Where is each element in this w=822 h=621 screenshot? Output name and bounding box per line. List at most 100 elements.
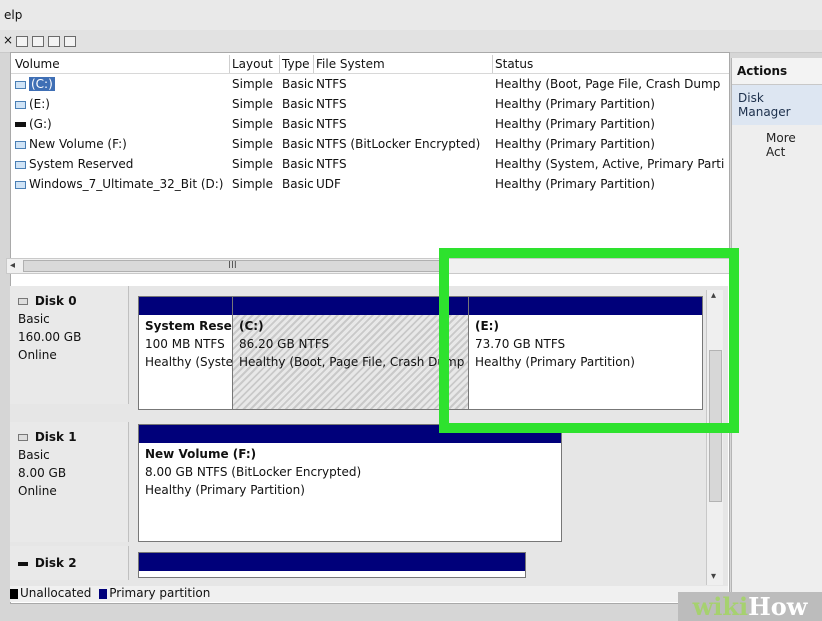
table-row[interactable]: New Volume (F:) Simple Basic NTFS (BitLo…	[11, 135, 729, 155]
status-cell: Healthy (Boot, Page File, Crash Dump	[495, 77, 721, 91]
layout-cell: Simple	[232, 97, 273, 111]
partition-size: 8.00 GB NTFS (BitLocker Encrypted)	[145, 465, 362, 479]
volume-list-header: Volume Layout Type File System Status	[11, 55, 729, 74]
fs-cell: NTFS	[316, 97, 347, 111]
volume-name: (G:)	[29, 117, 52, 131]
partition-system-reserved[interactable]: System Rese 100 MB NTFS Healthy (Syste	[138, 296, 236, 410]
volume-icon	[15, 160, 26, 169]
partition-title: (C:)	[239, 319, 264, 333]
column-status[interactable]: Status	[495, 57, 533, 71]
disk-1-state: Online	[18, 484, 57, 498]
scroll-left-icon[interactable]: ◂	[10, 260, 15, 271]
disk-1-type: Basic	[18, 448, 50, 462]
type-cell: Basic	[282, 77, 314, 91]
partition-bar	[233, 297, 469, 315]
grid-icon[interactable]	[64, 36, 76, 47]
partition-status: Healthy (Primary Partition)	[145, 483, 305, 497]
type-cell: Basic	[282, 117, 314, 131]
disk-0-type: Basic	[18, 312, 50, 326]
disk-2-name: Disk 2	[34, 556, 77, 570]
disk-icon	[18, 298, 28, 305]
disk-1-name: Disk 1	[34, 430, 77, 444]
partition-f[interactable]: New Volume (F:) 8.00 GB NTFS (BitLocker …	[138, 424, 562, 542]
status-cell: Healthy (System, Active, Primary Parti	[495, 157, 725, 171]
primary-swatch	[99, 588, 108, 599]
table-row[interactable]: (C:) Simple Basic NTFS Healthy (Boot, Pa…	[11, 75, 729, 95]
legend-primary: Primary partition	[109, 586, 211, 600]
column-file-system[interactable]: File System	[316, 57, 385, 71]
legend-unallocated: Unallocated	[20, 586, 92, 600]
actions-header: Actions	[732, 58, 822, 85]
layout-cell: Simple	[232, 157, 273, 171]
disk-1-label[interactable]: Disk 1 Basic 8.00 GB Online	[10, 422, 129, 542]
disk-2-label[interactable]: Disk 2	[10, 546, 129, 580]
disk-0-label[interactable]: Disk 0 Basic 160.00 GB Online	[10, 286, 129, 404]
scroll-down-icon[interactable]: ▾	[711, 571, 716, 582]
type-cell: Basic	[282, 137, 314, 151]
type-cell: Basic	[282, 177, 314, 191]
volume-name: New Volume (F:)	[29, 137, 127, 151]
column-layout[interactable]: Layout	[232, 57, 273, 71]
list-icon[interactable]	[48, 36, 60, 47]
layout-cell: Simple	[232, 177, 273, 191]
volume-rows: (C:) Simple Basic NTFS Healthy (Boot, Pa…	[11, 75, 729, 195]
status-cell: Healthy (Primary Partition)	[495, 177, 655, 191]
fs-cell: NTFS	[316, 157, 347, 171]
scroll-grip-icon: III	[228, 260, 237, 271]
actions-panel: Actions Disk Manager More Act	[731, 58, 822, 604]
logo-part-wiki: wiki	[692, 592, 749, 621]
table-row[interactable]: (G:) Simple Basic NTFS Healthy (Primary …	[11, 115, 729, 135]
partition-status: Healthy (Boot, Page File, Crash Dump	[239, 355, 465, 369]
menu-bar: elp	[0, 0, 822, 30]
highlight-box	[439, 248, 739, 433]
volume-icon	[15, 180, 26, 189]
fs-cell: UDF	[316, 177, 341, 191]
table-row[interactable]: Windows_7_Ultimate_32_Bit (D:) Simple Ba…	[11, 175, 729, 195]
table-row[interactable]: System Reserved Simple Basic NTFS Health…	[11, 155, 729, 175]
legend: Unallocated Primary partition	[10, 586, 728, 602]
layout-cell: Simple	[232, 77, 273, 91]
partition-bar	[139, 297, 235, 315]
properties-icon[interactable]	[16, 36, 28, 47]
partition-status: Healthy (Syste	[145, 355, 234, 369]
volume-icon	[15, 100, 26, 109]
table-row[interactable]: (E:) Simple Basic NTFS Healthy (Primary …	[11, 95, 729, 115]
disk-0-name: Disk 0	[34, 294, 77, 308]
action-more-actions[interactable]: More Act	[732, 125, 822, 165]
volume-name: (E:)	[29, 97, 50, 111]
fs-cell: NTFS	[316, 77, 347, 91]
layout-cell: Simple	[232, 137, 273, 151]
partition-title: New Volume (F:)	[145, 447, 257, 461]
disk-icon	[18, 561, 28, 566]
type-cell: Basic	[282, 97, 314, 111]
help-icon[interactable]	[32, 36, 44, 47]
partition-c[interactable]: (C:) 86.20 GB NTFS Healthy (Boot, Page F…	[232, 296, 470, 410]
wikihow-logo: wikiHow	[678, 592, 822, 621]
volume-icon	[15, 140, 26, 149]
menu-help[interactable]: elp	[4, 8, 22, 22]
disk-icon	[18, 434, 28, 441]
disk-0-size: 160.00 GB	[18, 330, 82, 344]
volume-icon	[15, 80, 26, 89]
volume-name: Windows_7_Ultimate_32_Bit (D:)	[29, 177, 224, 191]
partition-size: 86.20 GB NTFS	[239, 337, 330, 351]
partition-size: 100 MB NTFS	[145, 337, 225, 351]
volume-name: (C:)	[29, 77, 55, 91]
volume-icon	[15, 122, 26, 127]
partition-disk-2[interactable]	[138, 552, 526, 578]
status-cell: Healthy (Primary Partition)	[495, 97, 655, 111]
disk-1-size: 8.00 GB	[18, 466, 67, 480]
fs-cell: NTFS (BitLocker Encrypted)	[316, 137, 481, 151]
unallocated-swatch	[10, 588, 18, 599]
partition-title: System Rese	[145, 319, 232, 333]
partition-bar	[139, 553, 525, 571]
layout-cell: Simple	[232, 117, 273, 131]
type-cell: Basic	[282, 157, 314, 171]
column-type[interactable]: Type	[282, 57, 310, 71]
disk-0-state: Online	[18, 348, 57, 362]
action-disk-management[interactable]: Disk Manager	[732, 85, 822, 125]
close-icon[interactable]: ×	[3, 33, 13, 47]
status-cell: Healthy (Primary Partition)	[495, 117, 655, 131]
volume-name: System Reserved	[29, 157, 134, 171]
column-volume[interactable]: Volume	[15, 57, 60, 71]
